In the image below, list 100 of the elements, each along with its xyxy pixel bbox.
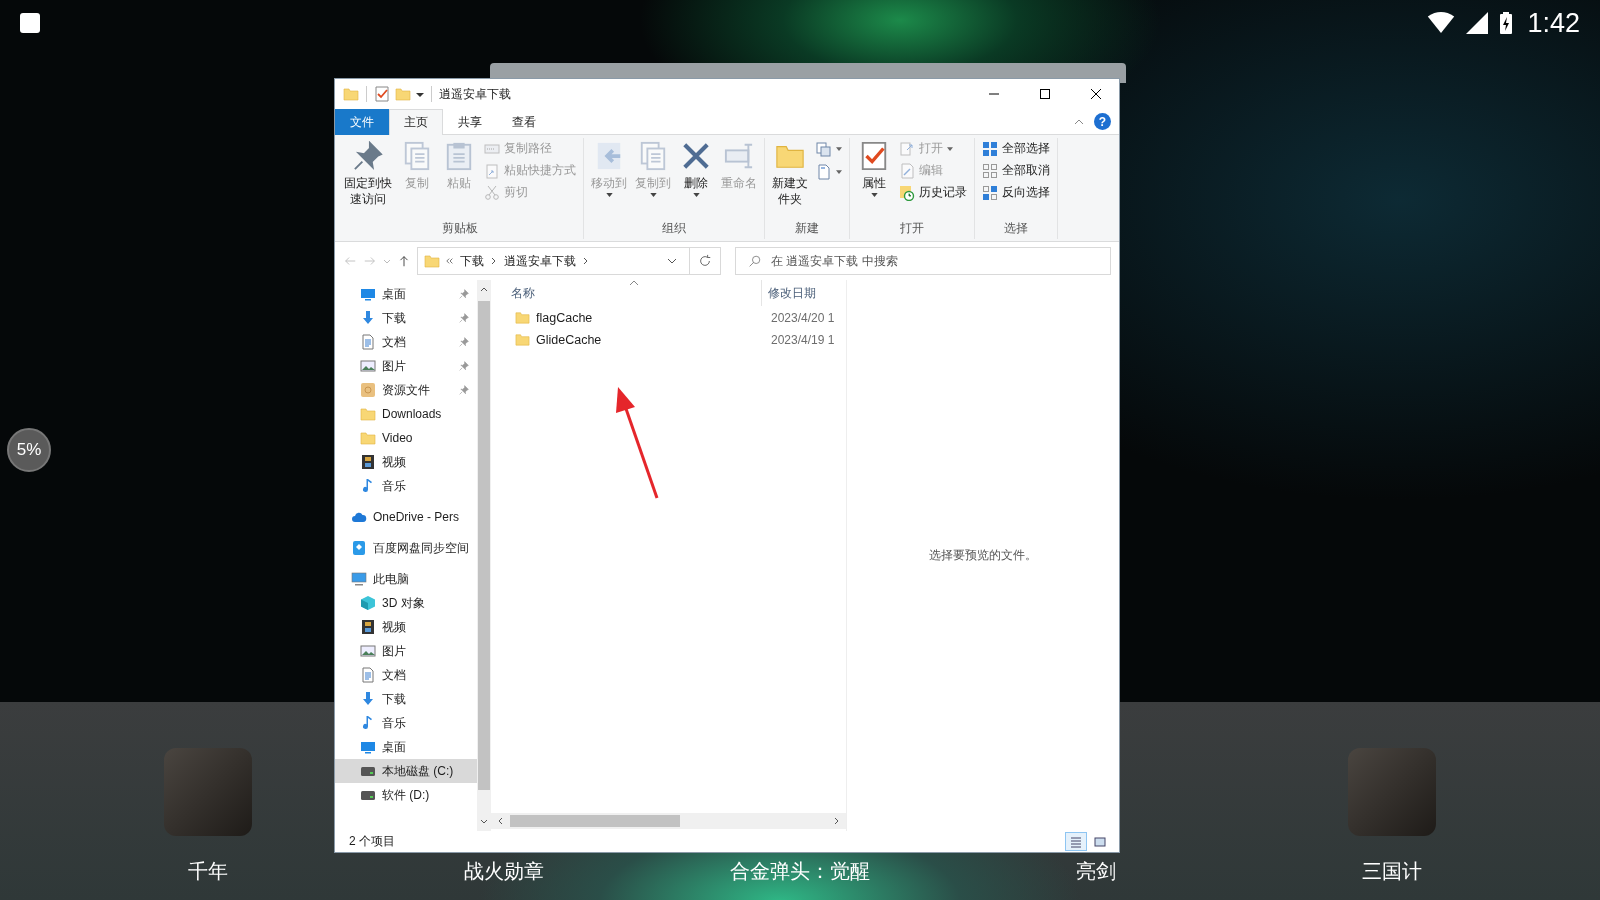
- search-input[interactable]: 在 逍遥安卓下载 中搜索: [769, 253, 1110, 269]
- chevron-right-icon[interactable]: [490, 257, 498, 265]
- modified-date: 2023/4/20 1: [771, 310, 835, 325]
- ribbon-button[interactable]: 属性: [854, 138, 894, 200]
- scroll-down-icon[interactable]: [480, 819, 488, 824]
- caret-icon[interactable]: [416, 90, 424, 98]
- nav-item[interactable]: 本地磁盘 (C:): [335, 759, 477, 783]
- clock-time: 1:42: [1527, 7, 1580, 39]
- app-label[interactable]: 亮剑: [1076, 858, 1116, 885]
- app-icon[interactable]: [164, 748, 252, 836]
- monitor-icon: [351, 571, 367, 587]
- group-label: 剪贴板: [441, 220, 479, 237]
- delete-icon: [681, 141, 711, 171]
- file-name[interactable]: GlideCache: [536, 332, 602, 347]
- nav-item[interactable]: 图片: [335, 354, 477, 378]
- chevron-right-icon[interactable]: [582, 257, 590, 265]
- scrollbar[interactable]: [477, 280, 491, 831]
- nav-item[interactable]: Video: [335, 426, 477, 450]
- nav-item[interactable]: 资源文件: [335, 378, 477, 402]
- ribbon-button[interactable]: 全部选择: [979, 138, 1053, 159]
- app-label[interactable]: 千年: [188, 858, 228, 885]
- refresh-icon[interactable]: [698, 254, 712, 268]
- breadcrumb-item[interactable]: 下载: [460, 252, 484, 270]
- nav-item[interactable]: 百度网盘同步空间: [335, 536, 477, 560]
- double-chevron-icon[interactable]: [446, 257, 454, 265]
- document-icon: [360, 667, 376, 683]
- nav-item[interactable]: 文档: [335, 330, 477, 354]
- nav-item[interactable]: 3D 对象: [335, 591, 477, 615]
- list-icon: [1070, 835, 1082, 848]
- nav-item[interactable]: 文档: [335, 663, 477, 687]
- file-name[interactable]: flagCache: [536, 310, 593, 325]
- nav-item[interactable]: 此电脑: [335, 567, 477, 591]
- scroll-left-icon[interactable]: [498, 817, 503, 825]
- search-field[interactable]: 在 逍遥安卓下载 中搜索: [735, 247, 1111, 275]
- pencil-icon: [899, 162, 915, 179]
- nav-item[interactable]: 音乐: [335, 711, 477, 735]
- nav-item[interactable]: 桌面: [335, 282, 477, 306]
- help-button[interactable]: ?: [1094, 113, 1111, 130]
- scrollbar[interactable]: [491, 813, 846, 829]
- chevron-up-icon[interactable]: [1074, 118, 1084, 125]
- picture-icon: [360, 358, 376, 374]
- ribbon-button[interactable]: 全部取消: [979, 160, 1053, 181]
- app-label[interactable]: 合金弹头：觉醒: [730, 858, 870, 885]
- film-icon: [360, 454, 376, 470]
- nav-item[interactable]: Downloads: [335, 402, 477, 426]
- wifi-icon: [1427, 12, 1456, 34]
- copy-icon: [638, 141, 668, 171]
- cube-icon: [360, 595, 376, 611]
- ribbon-button[interactable]: 反向选择: [979, 182, 1053, 203]
- nav-item[interactable]: 下载: [335, 687, 477, 711]
- page-icon: [816, 164, 832, 180]
- nav-item[interactable]: 软件 (D:): [335, 783, 477, 807]
- preview-message: 选择要预览的文件。: [929, 547, 1037, 564]
- nav-item[interactable]: 下载: [335, 306, 477, 330]
- folder-icon: [360, 430, 376, 446]
- address-bar[interactable]: 下载 逍遥安卓下载: [417, 247, 721, 275]
- nav-item[interactable]: 图片: [335, 639, 477, 663]
- group-label: 选择: [1003, 220, 1029, 237]
- folder-icon: [360, 406, 376, 422]
- details-view-button[interactable]: [1065, 832, 1087, 851]
- group-label: 新建: [794, 220, 820, 237]
- ribbon-button[interactable]: 固定到快速访问: [341, 138, 395, 210]
- nav-item[interactable]: 视频: [335, 450, 477, 474]
- nav-item[interactable]: 视频: [335, 615, 477, 639]
- ribbon-button[interactable]: 新建文件夹: [769, 138, 811, 210]
- chevron-down-icon[interactable]: [667, 258, 677, 264]
- open-icon: [899, 140, 915, 157]
- ribbon-tab[interactable]: 查看: [497, 109, 551, 135]
- window-title: 逍遥安卓下载: [439, 85, 511, 103]
- nav-item[interactable]: OneDrive - Pers: [335, 505, 477, 529]
- column-header[interactable]: 修改日期: [761, 280, 816, 306]
- up-arrow-icon[interactable]: [397, 254, 411, 268]
- group-label: 组织: [661, 220, 687, 237]
- pin-icon: [353, 141, 383, 171]
- ribbon-button[interactable]: 历史记录: [896, 182, 970, 203]
- ribbon-tab[interactable]: 文件: [335, 109, 389, 135]
- ribbon-button[interactable]: 删除: [676, 138, 716, 200]
- app-icon[interactable]: [1348, 748, 1436, 836]
- scroll-right-icon[interactable]: [834, 817, 839, 825]
- rename-icon: [724, 141, 754, 171]
- nav-item[interactable]: 音乐: [335, 474, 477, 498]
- speed-widget[interactable]: 5%: [7, 428, 51, 472]
- column-header[interactable]: 名称: [501, 284, 761, 302]
- copy-icon: [402, 141, 432, 171]
- thumbnail-icon: [1094, 835, 1106, 848]
- ribbon-tab[interactable]: 共享: [443, 109, 497, 135]
- grid-icon: [982, 140, 998, 157]
- breadcrumb-item[interactable]: 逍遥安卓下载: [504, 252, 576, 270]
- nav-item[interactable]: 桌面: [335, 735, 477, 759]
- modified-date: 2023/4/19 1: [771, 332, 835, 347]
- app-label[interactable]: 战火勋章: [464, 858, 544, 885]
- checklist-icon[interactable]: [374, 86, 390, 102]
- item-count: 2 个项目: [349, 833, 395, 850]
- battery-icon: [1499, 12, 1514, 34]
- ribbon-tab[interactable]: 主页: [389, 109, 443, 135]
- app-label[interactable]: 三国计: [1362, 858, 1422, 885]
- monitor-icon: [360, 739, 376, 755]
- clipboard-icon: [444, 141, 474, 171]
- new-item-icon: [816, 141, 832, 157]
- scroll-up-icon[interactable]: [480, 287, 488, 292]
